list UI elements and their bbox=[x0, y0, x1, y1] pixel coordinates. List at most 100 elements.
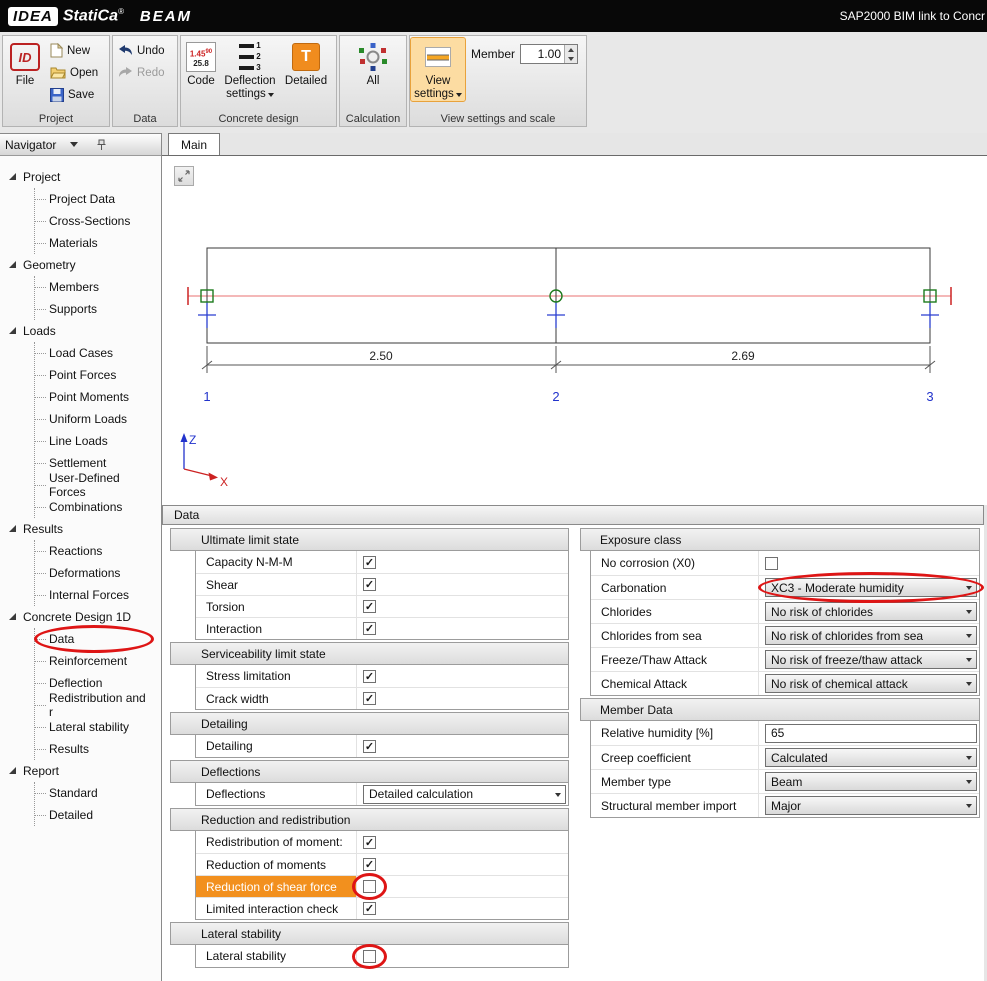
row-label: Interaction bbox=[196, 618, 356, 639]
new-button[interactable]: New bbox=[46, 40, 102, 61]
data-row: Structural member importMajor bbox=[591, 793, 979, 817]
tree-node-report[interactable]: Report bbox=[6, 760, 161, 782]
tree-item-line-loads[interactable]: Line Loads bbox=[35, 430, 153, 452]
expander-icon[interactable] bbox=[9, 767, 16, 774]
checkbox-redistribution-of-moment[interactable]: ✓ bbox=[363, 836, 376, 849]
tree-item-lateral-stability[interactable]: Lateral stability bbox=[35, 716, 153, 738]
idea-file-icon: ID bbox=[10, 43, 40, 71]
calculate-all-button[interactable]: All bbox=[348, 38, 398, 88]
tree-node-loads[interactable]: Loads bbox=[6, 320, 161, 342]
pin-icon[interactable] bbox=[96, 139, 107, 151]
row-label: Chlorides from sea bbox=[591, 624, 758, 647]
navigator-dropdown-icon[interactable] bbox=[70, 142, 78, 151]
section-header-member-data: Member Data bbox=[580, 698, 980, 721]
tree-node-label: Geometry bbox=[23, 258, 76, 272]
checkbox-limited-interaction-check[interactable]: ✓ bbox=[363, 902, 376, 915]
member-spinbox[interactable]: 1.00 bbox=[520, 44, 578, 64]
tree-item-label: Reactions bbox=[49, 544, 102, 558]
open-button[interactable]: Open bbox=[46, 62, 102, 83]
dropdown-chemical-attack[interactable]: No risk of chemical attack bbox=[765, 674, 977, 693]
tree-item-results[interactable]: Results bbox=[35, 738, 153, 760]
app-name: BEAM bbox=[140, 8, 192, 25]
checkbox-crack-width[interactable]: ✓ bbox=[363, 692, 376, 705]
dropdown-freeze-thaw-attack[interactable]: No risk of freeze/thaw attack bbox=[765, 650, 977, 669]
dropdown-chlorides[interactable]: No risk of chlorides bbox=[765, 602, 977, 621]
data-row: Interaction ✓ bbox=[196, 617, 568, 639]
beam-model-drawing[interactable]: 2.50 2.69 1 2 3 Z X bbox=[162, 156, 987, 506]
dimension-label-2: 2.69 bbox=[731, 349, 755, 363]
tree-item-reactions[interactable]: Reactions bbox=[35, 540, 153, 562]
undo-button[interactable]: Undo bbox=[114, 40, 169, 61]
x-axis-label: X bbox=[220, 475, 228, 489]
spin-down-icon[interactable] bbox=[565, 54, 577, 63]
dropdown-creep-coefficient[interactable]: Calculated bbox=[765, 748, 977, 767]
tree-node-geometry[interactable]: Geometry bbox=[6, 254, 161, 276]
checkbox-reduction-of-shear-force[interactable] bbox=[363, 880, 376, 893]
input-relative-humidity[interactable]: 65 bbox=[765, 724, 977, 743]
tab-main[interactable]: Main bbox=[168, 133, 220, 155]
tree-node-results[interactable]: Results bbox=[6, 518, 161, 540]
dropdown-value: Detailed calculation bbox=[369, 787, 473, 801]
tree-item-label: Cross-Sections bbox=[49, 214, 130, 228]
checkbox-no-corrosion-x0[interactable] bbox=[765, 557, 778, 570]
checkbox-reduction-of-moments[interactable]: ✓ bbox=[363, 858, 376, 871]
tree-item-reinforcement[interactable]: Reinforcement bbox=[35, 650, 153, 672]
tree-item-project-data[interactable]: Project Data bbox=[35, 188, 153, 210]
expander-icon[interactable] bbox=[9, 261, 16, 268]
dropdown-chlorides-from-sea[interactable]: No risk of chlorides from sea bbox=[765, 626, 977, 645]
dropdown-deflections[interactable]: Detailed calculation bbox=[363, 785, 566, 804]
code-button[interactable]: 1.459025.8 Code bbox=[182, 38, 220, 88]
member-spinner[interactable] bbox=[564, 45, 577, 63]
save-button[interactable]: Save bbox=[46, 84, 102, 105]
row-label: Freeze/Thaw Attack bbox=[591, 648, 758, 671]
tree-item-members[interactable]: Members bbox=[35, 276, 153, 298]
section-header-reduction-and-redistribution: Reduction and redistribution bbox=[170, 808, 569, 831]
dropdown-member-type[interactable]: Beam bbox=[765, 772, 977, 791]
tree-node-concrete-design-1d[interactable]: Concrete Design 1D bbox=[6, 606, 161, 628]
checkbox-interaction[interactable]: ✓ bbox=[363, 622, 376, 635]
expander-icon[interactable] bbox=[9, 613, 16, 620]
tree-item-user-defined-forces[interactable]: User-Defined Forces bbox=[35, 474, 153, 496]
tree-item-point-moments[interactable]: Point Moments bbox=[35, 386, 153, 408]
checkbox-stress-limitation[interactable]: ✓ bbox=[363, 670, 376, 683]
brand-text: StatiCa bbox=[63, 7, 118, 24]
tree-item-load-cases[interactable]: Load Cases bbox=[35, 342, 153, 364]
detailed-button[interactable]: T Detailed bbox=[280, 38, 332, 88]
redo-button[interactable]: Redo bbox=[114, 62, 169, 83]
data-panel: Ultimate limit stateCapacity N-M-M✓Shear… bbox=[162, 525, 984, 981]
tree-item-label: Standard bbox=[49, 786, 98, 800]
tree-node-project[interactable]: Project bbox=[6, 166, 161, 188]
checkbox-shear[interactable]: ✓ bbox=[363, 578, 376, 591]
tree-item-redistribution-and-r[interactable]: Redistribution and r bbox=[35, 694, 153, 716]
tree-item-combinations[interactable]: Combinations bbox=[35, 496, 153, 518]
spin-up-icon[interactable] bbox=[565, 45, 577, 54]
data-row: Crack width✓ bbox=[196, 687, 568, 709]
navigator-header[interactable]: Navigator bbox=[0, 134, 161, 156]
dropdown-arrow-icon bbox=[962, 754, 976, 761]
checkbox-capacity-n-m-m[interactable]: ✓ bbox=[363, 556, 376, 569]
tree-item-standard[interactable]: Standard bbox=[35, 782, 153, 804]
data-row: ChloridesNo risk of chlorides bbox=[591, 599, 979, 623]
expander-icon[interactable] bbox=[9, 525, 16, 532]
tree-item-uniform-loads[interactable]: Uniform Loads bbox=[35, 408, 153, 430]
tree-item-point-forces[interactable]: Point Forces bbox=[35, 364, 153, 386]
tree-item-supports[interactable]: Supports bbox=[35, 298, 153, 320]
zoom-extents-button[interactable] bbox=[174, 166, 194, 186]
tree-item-internal-forces[interactable]: Internal Forces bbox=[35, 584, 153, 606]
tree-item-detailed[interactable]: Detailed bbox=[35, 804, 153, 826]
dropdown-carbonation[interactable]: XC3 - Moderate humidity bbox=[765, 578, 977, 597]
expander-icon[interactable] bbox=[9, 173, 16, 180]
deflection-settings-button[interactable]: 1 2 3 Deflection settings bbox=[220, 38, 280, 101]
dropdown-structural-member-import[interactable]: Major bbox=[765, 796, 977, 815]
tree-item-materials[interactable]: Materials bbox=[35, 232, 153, 254]
file-button[interactable]: ID File bbox=[4, 38, 46, 88]
tree-item-deformations[interactable]: Deformations bbox=[35, 562, 153, 584]
tree-item-cross-sections[interactable]: Cross-Sections bbox=[35, 210, 153, 232]
view-settings-button[interactable]: View settings bbox=[411, 38, 465, 101]
checkbox-torsion[interactable]: ✓ bbox=[363, 600, 376, 613]
row-label: Torsion bbox=[196, 596, 356, 617]
checkbox-lateral-stability[interactable] bbox=[363, 950, 376, 963]
checkbox-detailing[interactable]: ✓ bbox=[363, 740, 376, 753]
tree-item-data[interactable]: Data bbox=[35, 628, 153, 650]
expander-icon[interactable] bbox=[9, 327, 16, 334]
